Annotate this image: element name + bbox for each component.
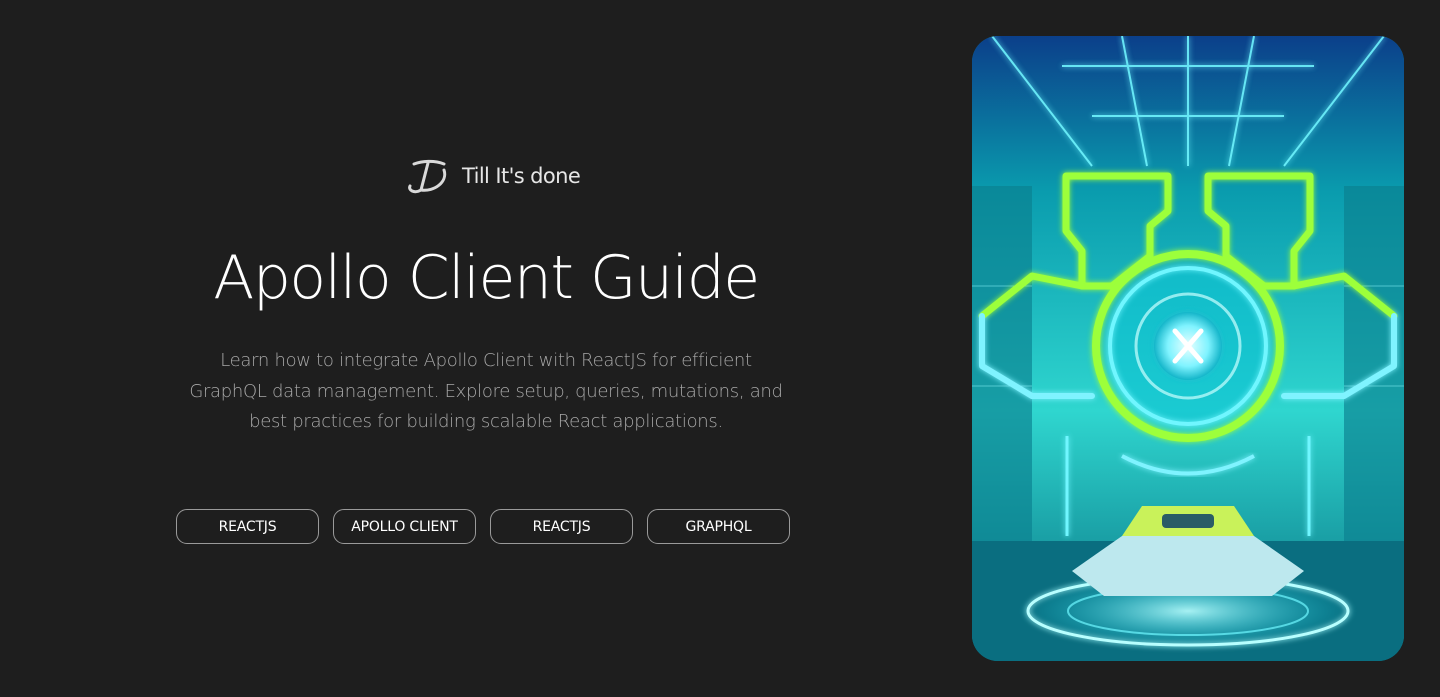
brand[interactable]: Till It's done xyxy=(404,156,581,196)
tag-list: REACTJS APOLLO CLIENT REACTJS GRAPHQL xyxy=(176,509,790,544)
hero-image xyxy=(972,36,1404,661)
brand-logo-icon xyxy=(408,159,447,194)
tag-graphql[interactable]: GRAPHQL xyxy=(647,509,790,544)
tag-reactjs-2[interactable]: REACTJS xyxy=(490,509,633,544)
neon-chamber-illustration xyxy=(972,36,1404,661)
page-title: Apollo Client Guide xyxy=(213,243,760,313)
brand-name: Till It's done xyxy=(462,164,581,188)
hero-section: Till It's done Apollo Client Guide Learn… xyxy=(0,0,972,697)
tag-reactjs[interactable]: REACTJS xyxy=(176,509,319,544)
page-description: Learn how to integrate Apollo Client wit… xyxy=(189,350,783,432)
tag-apollo-client[interactable]: APOLLO CLIENT xyxy=(333,509,476,544)
